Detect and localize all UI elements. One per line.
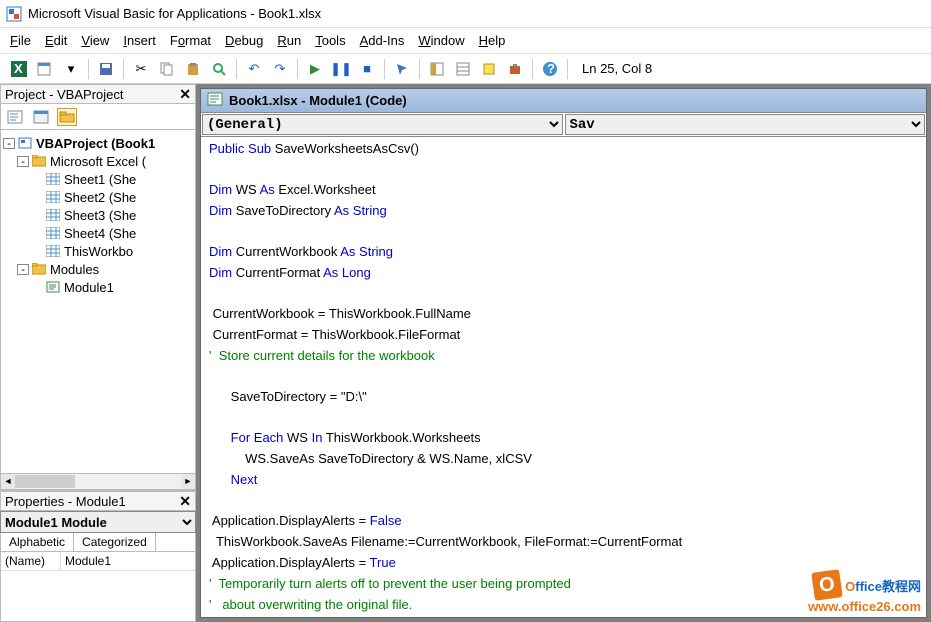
left-panel: Project - VBAProject ✕ -VBAProject (Book… bbox=[0, 84, 196, 622]
save-icon[interactable] bbox=[95, 58, 117, 80]
tree-root[interactable]: -VBAProject (Book1 bbox=[3, 134, 193, 152]
tree-excel-group[interactable]: -Microsoft Excel ( bbox=[3, 152, 193, 170]
insert-form-icon[interactable] bbox=[34, 58, 56, 80]
code-window: Book1.xlsx - Module1 (Code) (General) Sa… bbox=[200, 88, 927, 618]
find-icon[interactable] bbox=[208, 58, 230, 80]
pause-icon[interactable]: ❚❚ bbox=[330, 58, 352, 80]
menu-file[interactable]: File bbox=[10, 33, 31, 48]
menu-edit[interactable]: Edit bbox=[45, 33, 67, 48]
folder-icon bbox=[31, 154, 47, 168]
code-window-title: Book1.xlsx - Module1 (Code) bbox=[229, 93, 407, 108]
excel-icon[interactable]: X bbox=[8, 58, 30, 80]
property-name: (Name) bbox=[1, 552, 61, 570]
toolbar: X ▾ ✂ ↶ ↷ ▶ ❚❚ ■ ? Ln 25, Col 8 bbox=[0, 54, 931, 84]
project-panel-toolbar bbox=[0, 104, 196, 130]
cut-icon[interactable]: ✂ bbox=[130, 58, 152, 80]
module-icon bbox=[45, 280, 61, 294]
help-icon[interactable]: ? bbox=[539, 58, 561, 80]
vba-project-icon bbox=[17, 136, 33, 150]
menu-help[interactable]: Help bbox=[479, 33, 506, 48]
stop-icon[interactable]: ■ bbox=[356, 58, 378, 80]
object-dropdown[interactable]: (General) bbox=[202, 114, 563, 135]
paste-icon[interactable] bbox=[182, 58, 204, 80]
view-object-icon[interactable] bbox=[31, 108, 51, 126]
watermark: OOffice教程网 www.office26.com bbox=[808, 571, 921, 614]
menu-view[interactable]: View bbox=[81, 33, 109, 48]
svg-text:?: ? bbox=[547, 61, 555, 76]
worksheet-icon bbox=[45, 226, 61, 240]
properties-panel-header: Properties - Module1 ✕ bbox=[0, 491, 196, 511]
app-icon bbox=[6, 6, 22, 22]
procedure-dropdown[interactable]: Sav bbox=[565, 114, 926, 135]
menu-debug[interactable]: Debug bbox=[225, 33, 263, 48]
copy-icon[interactable] bbox=[156, 58, 178, 80]
tree-sheet2[interactable]: Sheet2 (She bbox=[3, 188, 193, 206]
module-icon bbox=[207, 92, 223, 109]
properties-window-icon[interactable] bbox=[452, 58, 474, 80]
scroll-right-icon[interactable]: ► bbox=[181, 474, 195, 489]
project-tree[interactable]: -VBAProject (Book1 -Microsoft Excel ( Sh… bbox=[0, 130, 196, 474]
tree-sheet4[interactable]: Sheet4 (She bbox=[3, 224, 193, 242]
toggle-folders-icon[interactable] bbox=[57, 108, 77, 126]
tree-modules-group[interactable]: -Modules bbox=[3, 260, 193, 278]
mdi-area: Book1.xlsx - Module1 (Code) (General) Sa… bbox=[196, 84, 931, 622]
menu-format[interactable]: Format bbox=[170, 33, 211, 48]
code-dropdowns: (General) Sav bbox=[201, 113, 926, 137]
scroll-thumb[interactable] bbox=[15, 475, 75, 488]
cursor-position: Ln 25, Col 8 bbox=[582, 61, 652, 76]
worksheet-icon bbox=[45, 172, 61, 186]
menu-insert[interactable]: Insert bbox=[123, 33, 156, 48]
undo-icon[interactable]: ↶ bbox=[243, 58, 265, 80]
tab-alphabetic[interactable]: Alphabetic bbox=[1, 533, 74, 551]
tree-hscrollbar[interactable]: ◄ ► bbox=[0, 474, 196, 490]
workbook-icon bbox=[45, 244, 61, 258]
svg-text:X: X bbox=[14, 61, 23, 76]
menu-run[interactable]: Run bbox=[277, 33, 301, 48]
project-panel-title: Project - VBAProject bbox=[5, 87, 124, 102]
close-icon[interactable]: ✕ bbox=[179, 86, 191, 103]
tree-sheet1[interactable]: Sheet1 (She bbox=[3, 170, 193, 188]
menu-addins[interactable]: Add-Ins bbox=[360, 33, 405, 48]
properties-object-selector[interactable]: Module1 Module bbox=[0, 511, 196, 533]
code-editor[interactable]: Public Sub SaveWorksheetsAsCsv() Dim WS … bbox=[201, 137, 926, 617]
dropdown-arrow-icon[interactable]: ▾ bbox=[60, 58, 82, 80]
redo-icon[interactable]: ↷ bbox=[269, 58, 291, 80]
tree-sheet3[interactable]: Sheet3 (She bbox=[3, 206, 193, 224]
window-title: Microsoft Visual Basic for Applications … bbox=[28, 6, 321, 21]
menubar: File Edit View Insert Format Debug Run T… bbox=[0, 28, 931, 54]
properties-panel-title: Properties - Module1 bbox=[5, 494, 126, 509]
property-row[interactable]: (Name) Module1 bbox=[1, 552, 195, 571]
titlebar: Microsoft Visual Basic for Applications … bbox=[0, 0, 931, 28]
watermark-logo-icon: O bbox=[811, 569, 843, 601]
worksheet-icon bbox=[45, 208, 61, 222]
project-panel-header: Project - VBAProject ✕ bbox=[0, 84, 196, 104]
run-icon[interactable]: ▶ bbox=[304, 58, 326, 80]
tab-categorized[interactable]: Categorized bbox=[74, 533, 156, 551]
menu-window[interactable]: Window bbox=[418, 33, 464, 48]
tree-thisworkbook[interactable]: ThisWorkbo bbox=[3, 242, 193, 260]
scroll-left-icon[interactable]: ◄ bbox=[1, 474, 15, 489]
view-code-icon[interactable] bbox=[5, 108, 25, 126]
close-icon[interactable]: ✕ bbox=[179, 493, 191, 510]
property-value[interactable]: Module1 bbox=[61, 552, 115, 570]
watermark-url: www.office26.com bbox=[808, 599, 921, 614]
properties-grid[interactable]: (Name) Module1 bbox=[0, 552, 196, 622]
properties-panel: Properties - Module1 ✕ Module1 Module Al… bbox=[0, 490, 196, 622]
tree-module1[interactable]: Module1 bbox=[3, 278, 193, 296]
worksheet-icon bbox=[45, 190, 61, 204]
object-browser-icon[interactable] bbox=[478, 58, 500, 80]
properties-tabs: Alphabetic Categorized bbox=[0, 533, 196, 552]
code-window-titlebar[interactable]: Book1.xlsx - Module1 (Code) bbox=[201, 89, 926, 113]
menu-tools[interactable]: Tools bbox=[315, 33, 345, 48]
project-explorer-icon[interactable] bbox=[426, 58, 448, 80]
design-mode-icon[interactable] bbox=[391, 58, 413, 80]
folder-icon bbox=[31, 262, 47, 276]
toolbox-icon[interactable] bbox=[504, 58, 526, 80]
